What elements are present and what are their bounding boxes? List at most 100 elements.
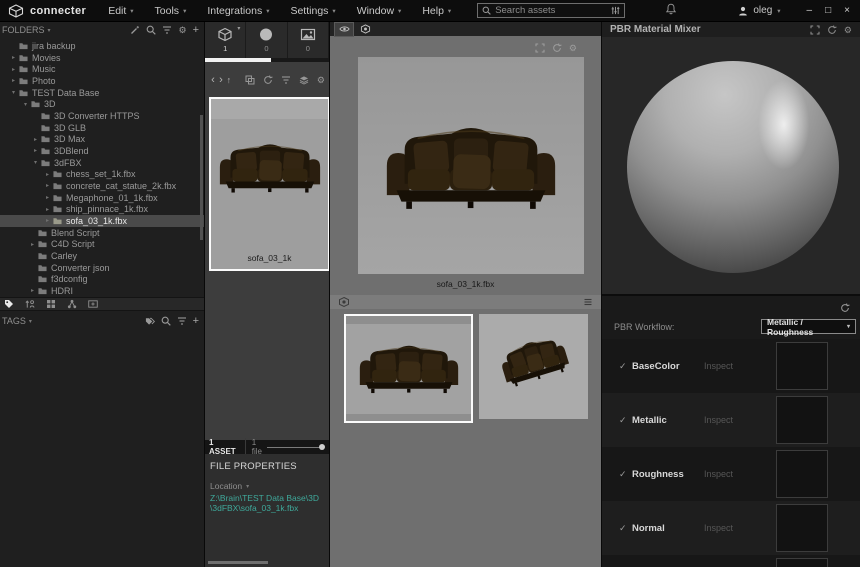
- up-button[interactable]: ↑: [225, 75, 233, 85]
- channel-checkbox[interactable]: ✓: [619, 361, 632, 372]
- tab-image-preview[interactable]: [335, 23, 353, 36]
- expand-arrow-icon[interactable]: ▸: [28, 287, 37, 294]
- folder-tree-item[interactable]: Converter json: [0, 262, 204, 274]
- filter-icon[interactable]: [162, 25, 172, 35]
- add-folder-button[interactable]: +: [193, 26, 199, 35]
- preview-thumbnail-angled[interactable]: [479, 314, 588, 419]
- search-filters-icon[interactable]: [611, 6, 620, 15]
- menu-item[interactable]: Edit ▾: [108, 5, 133, 17]
- expand-arrow-icon[interactable]: ▸: [9, 77, 18, 84]
- expand-arrow-icon[interactable]: ▸: [43, 206, 52, 213]
- channel-map-slot[interactable]: [776, 396, 828, 444]
- menu-item[interactable]: Tools ▾: [155, 5, 187, 17]
- channel-map-slot[interactable]: [776, 450, 828, 498]
- tags-panel-title[interactable]: TAGS ▾: [2, 316, 32, 326]
- folder-tree-item[interactable]: ▸ 3D Max: [0, 133, 204, 145]
- gear-icon[interactable]: ⚙: [317, 75, 325, 85]
- back-button[interactable]: ‹: [209, 74, 217, 86]
- duplicate-icon[interactable]: [245, 75, 255, 85]
- folder-tree-item[interactable]: ▸ Photo: [0, 75, 204, 87]
- folder-tree-item[interactable]: ▸ ship_pinnace_1k.fbx: [0, 203, 204, 215]
- sync-icon[interactable]: [263, 75, 273, 85]
- file-properties-scrollbar[interactable]: [208, 561, 268, 564]
- inspect-button[interactable]: Inspect: [704, 469, 733, 479]
- filter-icon[interactable]: [281, 75, 291, 85]
- expand-arrow-icon[interactable]: ▾: [31, 159, 40, 166]
- tab-materials[interactable]: 0: [246, 22, 287, 58]
- folder-tree-item[interactable]: f3dconfig: [0, 273, 204, 285]
- folder-tree-item[interactable]: ▾ TEST Data Base: [0, 87, 204, 99]
- folder-tree-item[interactable]: ▸ Movies: [0, 52, 204, 64]
- layers-icon[interactable]: [299, 75, 309, 85]
- menu-item[interactable]: Help ▾: [422, 5, 451, 17]
- folder-tree-item[interactable]: 3D GLB: [0, 122, 204, 134]
- tags-icon[interactable]: [145, 316, 155, 326]
- folder-tree-item[interactable]: ▸ concrete_cat_statue_2k.fbx: [0, 180, 204, 192]
- inspect-button[interactable]: Inspect: [704, 523, 733, 533]
- refresh-icon[interactable]: [552, 43, 562, 53]
- gear-icon[interactable]: ⚙: [569, 43, 577, 53]
- folder-tree-item[interactable]: 3D Converter HTTPS: [0, 110, 204, 122]
- filter-icon[interactable]: [177, 316, 187, 326]
- expand-arrow-icon[interactable]: ▸: [9, 54, 18, 61]
- expand-arrow-icon[interactable]: ▸: [43, 171, 52, 178]
- forward-button[interactable]: ›: [217, 74, 225, 86]
- file-path-link[interactable]: \3dFBX\sofa_03_1k.fbx: [210, 504, 324, 514]
- inspect-button[interactable]: Inspect: [704, 361, 733, 371]
- tabstrip-scrollbar-thumb[interactable]: [205, 58, 271, 62]
- wand-icon[interactable]: [130, 25, 140, 35]
- add-tag-button[interactable]: +: [193, 317, 199, 326]
- search-icon[interactable]: [146, 25, 156, 35]
- slider-handle[interactable]: [319, 444, 325, 450]
- search-input[interactable]: [495, 5, 607, 16]
- folder-tree-item[interactable]: ▸ C4D Script: [0, 238, 204, 250]
- folder-tree-item[interactable]: ▸ 3DBlend: [0, 145, 204, 157]
- channel-checkbox[interactable]: ✓: [619, 469, 632, 480]
- preview-thumbnail-front[interactable]: [344, 314, 473, 423]
- folder-tree-item[interactable]: ▸ HDRI: [0, 285, 204, 297]
- channel-map-slot[interactable]: [776, 558, 828, 567]
- tag-view-icon[interactable]: [4, 299, 14, 309]
- channel-checkbox[interactable]: ✓: [619, 523, 632, 534]
- folder-tree-item[interactable]: Carley: [0, 250, 204, 262]
- grid-view-icon[interactable]: [46, 299, 56, 309]
- workflow-dropdown[interactable]: Metallic / Roughness ▾: [761, 319, 856, 334]
- folders-scrollbar[interactable]: [200, 115, 203, 240]
- list-options-icon[interactable]: [583, 297, 593, 307]
- large-preview[interactable]: [358, 57, 584, 274]
- menu-item[interactable]: Window ▾: [357, 5, 402, 17]
- close-button[interactable]: ×: [844, 6, 850, 16]
- expand-arrow-icon[interactable]: ▾: [21, 101, 30, 108]
- folder-tree-item[interactable]: ▸ Music: [0, 63, 204, 75]
- expand-arrow-icon[interactable]: ▸: [31, 147, 40, 154]
- expand-arrow-icon[interactable]: ▾: [9, 89, 18, 96]
- expand-arrow-icon[interactable]: ▸: [28, 241, 37, 248]
- refresh-icon[interactable]: [827, 25, 837, 35]
- folder-tree-item[interactable]: ▸ sofa_03_1k.fbx: [0, 215, 204, 227]
- search-icon[interactable]: [161, 316, 171, 326]
- expand-arrow-icon[interactable]: ▸: [31, 136, 40, 143]
- channel-map-slot[interactable]: [776, 342, 828, 390]
- gear-icon[interactable]: ⚙: [178, 25, 186, 35]
- add-image-icon[interactable]: [88, 299, 98, 309]
- tab-3d-preview[interactable]: [356, 23, 374, 36]
- folder-tree-item[interactable]: ▾ 3D: [0, 98, 204, 110]
- menu-item[interactable]: Integrations ▾: [207, 5, 269, 17]
- folder-tree-item[interactable]: jira backup: [0, 40, 204, 52]
- gear-icon[interactable]: ⚙: [844, 25, 852, 35]
- render-previews-icon[interactable]: [338, 296, 350, 308]
- folder-tree-item[interactable]: ▸ chess_set_1k.fbx: [0, 168, 204, 180]
- folders-panel-title[interactable]: FOLDERS ▾: [2, 25, 51, 35]
- caret-down-icon[interactable]: ▾: [237, 25, 240, 32]
- notifications-button[interactable]: [665, 2, 677, 20]
- global-search[interactable]: [477, 3, 625, 18]
- folder-tree-item[interactable]: ▸ Megaphone_01_1k.fbx: [0, 192, 204, 204]
- user-menu[interactable]: oleg ▾: [738, 5, 780, 16]
- fullscreen-icon[interactable]: [535, 43, 545, 53]
- expand-arrow-icon[interactable]: ▸: [9, 66, 18, 73]
- maximize-button[interactable]: □: [825, 6, 831, 16]
- channel-map-slot[interactable]: [776, 504, 828, 552]
- menu-item[interactable]: Settings ▾: [290, 5, 335, 17]
- tab-images[interactable]: 0: [288, 22, 329, 58]
- expand-arrow-icon[interactable]: ▸: [43, 194, 52, 201]
